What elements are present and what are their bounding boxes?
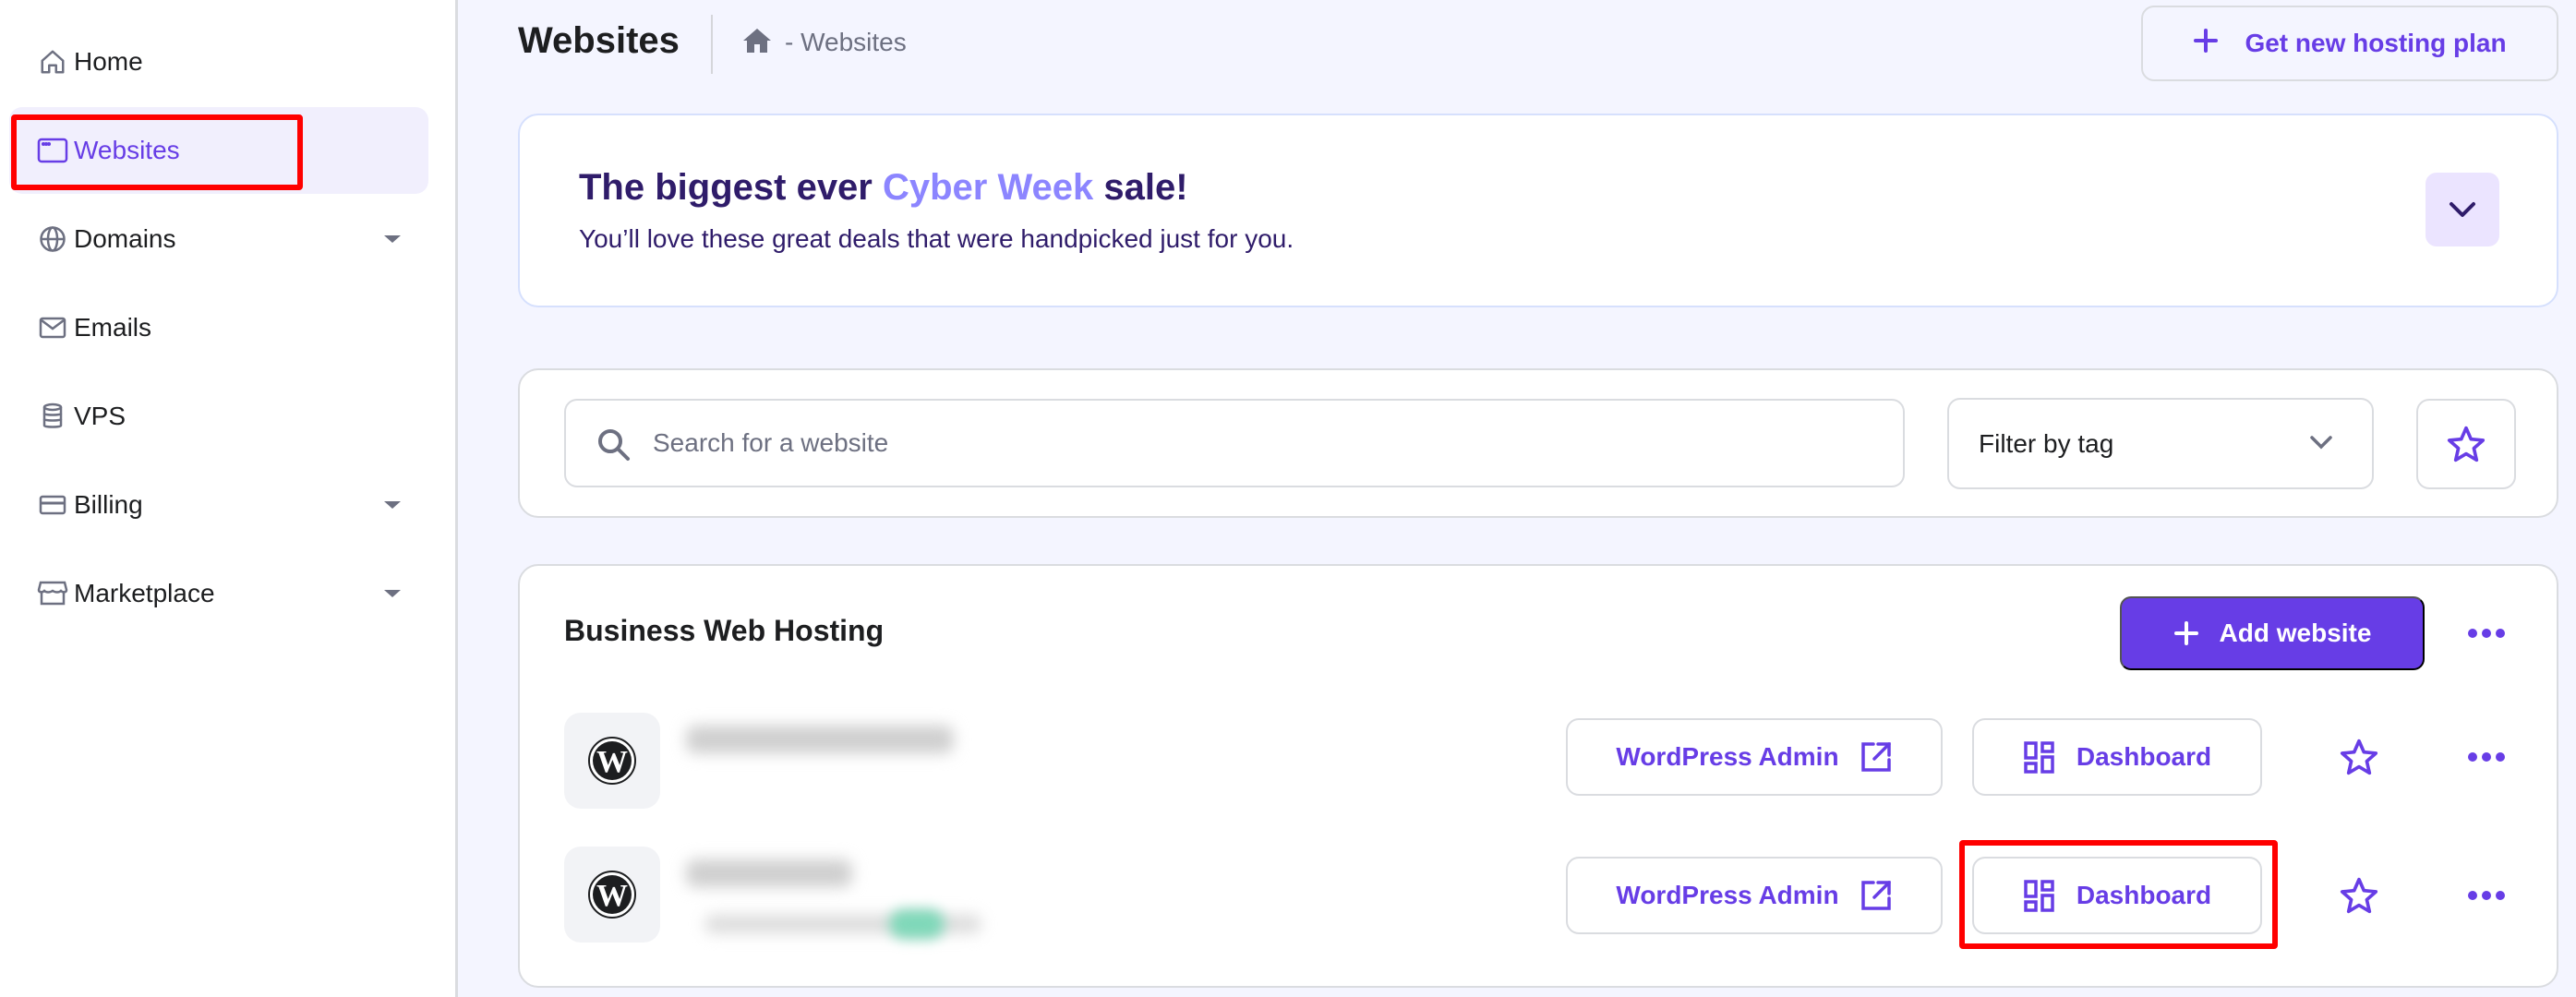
title-divider: [711, 15, 713, 74]
breadcrumb-home-icon[interactable]: [742, 28, 774, 55]
globe-icon: [37, 223, 68, 255]
star-icon: [2447, 426, 2486, 462]
home-icon: [37, 46, 68, 78]
website-row: W WordPress Admin Dashboard: [520, 713, 2560, 814]
wordpress-admin-label: WordPress Admin: [1616, 881, 1839, 909]
dot: [2496, 891, 2505, 900]
filter-by-tag-select[interactable]: Filter by tag: [1947, 398, 2374, 489]
dot: [2482, 752, 2491, 762]
svg-text:W: W: [596, 879, 628, 913]
chevron-down-icon: [2309, 435, 2333, 454]
favorite-toggle[interactable]: [2337, 735, 2381, 779]
get-new-hosting-plan-label: Get new hosting plan: [2245, 29, 2507, 57]
caret-down-icon: [384, 590, 401, 597]
sidebar-item-label: Home: [74, 47, 143, 76]
external-link-icon: [1860, 742, 1891, 772]
dot: [2468, 891, 2477, 900]
wordpress-admin-label: WordPress Admin: [1616, 742, 1839, 771]
dot: [2496, 752, 2505, 762]
dashboard-button[interactable]: Dashboard: [1972, 718, 2262, 796]
sidebar: Home Websites Domains Emails VPS Billing: [0, 0, 458, 997]
hosting-plan-title: Business Web Hosting: [564, 614, 885, 647]
plus-icon: [2193, 28, 2219, 60]
hosting-plan-card: Business Web Hosting Add website W WordP…: [518, 564, 2558, 988]
sidebar-item-domains[interactable]: Domains: [9, 196, 428, 282]
dashboard-grid-icon: [2024, 880, 2054, 912]
website-name-blurred: [686, 726, 954, 753]
search-filter-bar: Filter by tag: [518, 368, 2558, 518]
website-more-options-button[interactable]: [2459, 739, 2514, 775]
sidebar-item-label: VPS: [74, 402, 126, 430]
sidebar-item-label: Domains: [74, 224, 176, 253]
search-field[interactable]: [564, 399, 1905, 487]
page-title: Websites: [518, 20, 680, 61]
wordpress-admin-button[interactable]: WordPress Admin: [1566, 857, 1943, 934]
add-website-button[interactable]: Add website: [2120, 596, 2425, 670]
dot: [2468, 752, 2477, 762]
sidebar-item-vps[interactable]: VPS: [9, 373, 428, 460]
get-new-hosting-plan-button[interactable]: Get new hosting plan: [2141, 6, 2558, 81]
sidebar-item-label: Billing: [74, 490, 143, 519]
chevron-down-icon: [2450, 202, 2475, 217]
add-website-label: Add website: [2219, 619, 2372, 647]
sidebar-item-websites[interactable]: Websites: [9, 107, 428, 194]
sidebar-item-home[interactable]: Home: [9, 18, 428, 105]
favorites-filter-button[interactable]: [2416, 399, 2516, 489]
website-name-blurred: [686, 859, 852, 887]
sidebar-item-label: Emails: [74, 313, 152, 342]
browser-window-icon: [37, 135, 68, 166]
promo-title: The biggest ever Cyber Week sale!: [579, 167, 1188, 209]
sidebar-item-emails[interactable]: Emails: [9, 284, 428, 371]
caret-down-icon: [384, 235, 401, 243]
promo-subtitle: You’ll love these great deals that were …: [579, 224, 1294, 253]
search-icon: [597, 428, 631, 466]
dashboard-label: Dashboard: [2076, 881, 2212, 909]
promo-title-prefix: The biggest ever: [579, 167, 883, 208]
dot: [2482, 891, 2491, 900]
promo-banner: The biggest ever Cyber Week sale! You’ll…: [518, 114, 2558, 307]
external-link-icon: [1860, 881, 1891, 910]
breadcrumb: - Websites: [785, 28, 907, 56]
dashboard-grid-icon: [2024, 741, 2054, 774]
plan-more-options-button[interactable]: [2459, 615, 2514, 652]
website-status-badge-blurred: [889, 909, 945, 939]
website-more-options-button[interactable]: [2459, 877, 2514, 914]
sidebar-item-label: Websites: [74, 136, 180, 164]
sidebar-item-label: Marketplace: [74, 579, 215, 607]
filter-by-tag-label: Filter by tag: [1979, 429, 2114, 458]
star-icon: [2340, 739, 2378, 775]
envelope-icon: [37, 312, 68, 343]
sidebar-item-marketplace[interactable]: Marketplace: [9, 550, 428, 637]
website-row: W WordPress Admin Dashboard: [520, 847, 2560, 948]
sidebar-item-billing[interactable]: Billing: [9, 462, 428, 548]
wordpress-admin-button[interactable]: WordPress Admin: [1566, 718, 1943, 796]
promo-title-accent: Cyber Week: [882, 167, 1094, 208]
wordpress-icon: W: [564, 713, 660, 809]
favorite-toggle[interactable]: [2337, 873, 2381, 918]
caret-down-icon: [384, 501, 401, 509]
store-icon: [37, 578, 68, 609]
dashboard-button[interactable]: Dashboard: [1972, 857, 2262, 934]
promo-title-suffix: sale!: [1093, 167, 1188, 208]
dot: [2496, 629, 2505, 638]
dashboard-label: Dashboard: [2076, 742, 2212, 771]
promo-expand-button[interactable]: [2426, 173, 2499, 246]
dot: [2482, 629, 2491, 638]
star-icon: [2340, 877, 2378, 914]
wordpress-icon: W: [564, 847, 660, 943]
plus-icon: [2173, 621, 2198, 645]
search-input[interactable]: [653, 419, 1853, 467]
dot: [2468, 629, 2477, 638]
credit-card-icon: [37, 489, 68, 521]
database-icon: [37, 401, 68, 432]
svg-text:W: W: [596, 745, 628, 779]
